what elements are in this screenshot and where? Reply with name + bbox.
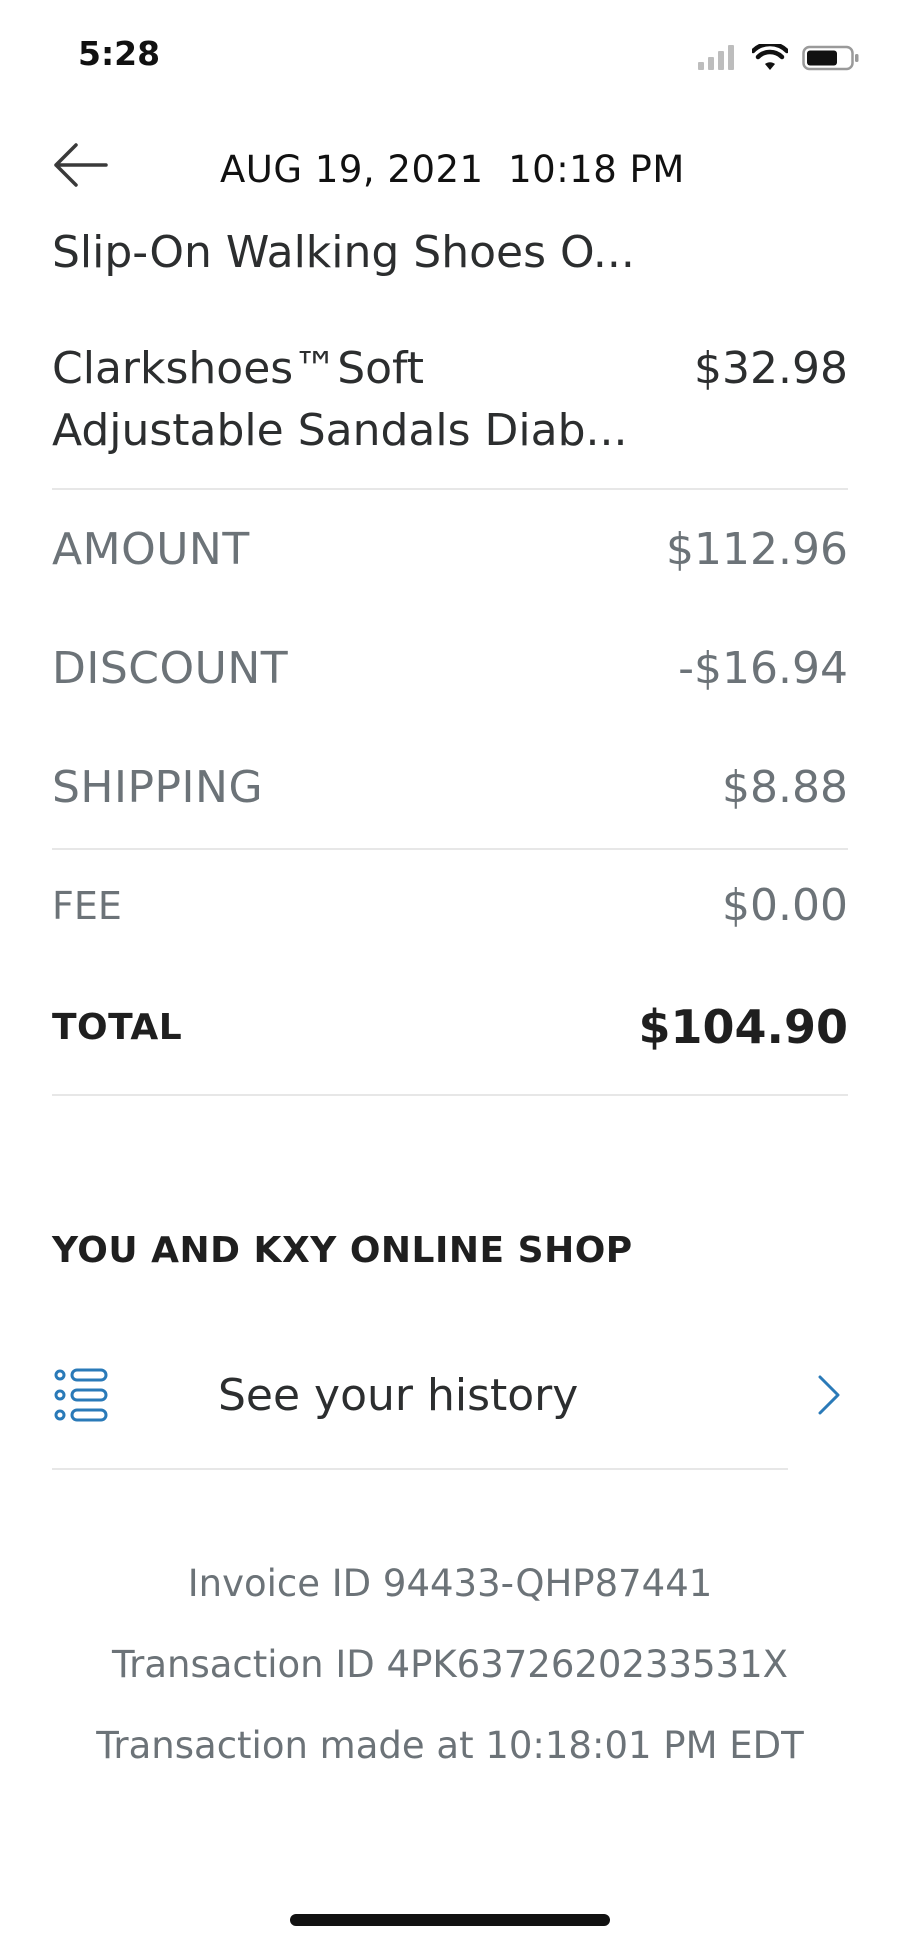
status-time: 5:28: [78, 34, 161, 73]
item-name: Slip-On Walking Shoes O...: [52, 227, 635, 278]
status-icons: [698, 38, 860, 78]
battery-icon: [802, 45, 859, 71]
line-item: Clarkshoes™Soft Adjustable Sandals Diab.…: [52, 338, 848, 462]
amount-label: AMOUNT: [52, 524, 250, 575]
item-price: $32.98: [694, 343, 848, 394]
home-indicator: [290, 1914, 610, 1926]
discount-value: -$16.94: [678, 643, 848, 694]
amount-value: $112.96: [666, 524, 848, 575]
total-row: TOTAL $104.90: [52, 1000, 848, 1054]
amount-row: AMOUNT $112.96: [52, 524, 848, 575]
see-history-button[interactable]: See your history: [52, 1355, 852, 1435]
transaction-time: Transaction made at 10:18:01 PM EDT: [96, 1724, 804, 1767]
fee-value: $0.00: [722, 880, 848, 931]
wifi-icon: [752, 44, 788, 70]
invoice-id: Invoice ID 94433-QHP87441: [187, 1562, 713, 1605]
chevron-right-icon: [818, 1375, 840, 1415]
divider: [52, 1094, 848, 1096]
see-history-label: See your history: [218, 1369, 579, 1421]
arrow-left-icon: [54, 143, 108, 187]
section-title: YOU AND KXY ONLINE SHOP: [52, 1230, 633, 1271]
discount-label: DISCOUNT: [52, 643, 289, 694]
header-date-time: AUG 19, 2021 10:18 PM: [220, 148, 685, 191]
fee-row: FEE $0.00: [52, 880, 848, 931]
shipping-value: $8.88: [722, 762, 848, 813]
divider: [52, 848, 848, 850]
back-button[interactable]: [52, 142, 112, 202]
divider: [52, 488, 848, 490]
total-value: $104.90: [638, 1000, 848, 1054]
divider: [52, 1468, 788, 1470]
line-item: Slip-On Walking Shoes O...: [52, 222, 848, 284]
shipping-row: SHIPPING $8.88: [52, 762, 848, 813]
list-icon: [54, 1368, 108, 1422]
item-name: Clarkshoes™Soft Adjustable Sandals Diab.…: [52, 343, 628, 456]
total-label: TOTAL: [52, 1006, 183, 1048]
fee-label: FEE: [52, 884, 122, 928]
cellular-signal-icon: [698, 45, 734, 70]
discount-row: DISCOUNT -$16.94: [52, 643, 848, 694]
transaction-id: Transaction ID 4PK6372620233531X: [111, 1643, 789, 1686]
shipping-label: SHIPPING: [52, 762, 264, 813]
